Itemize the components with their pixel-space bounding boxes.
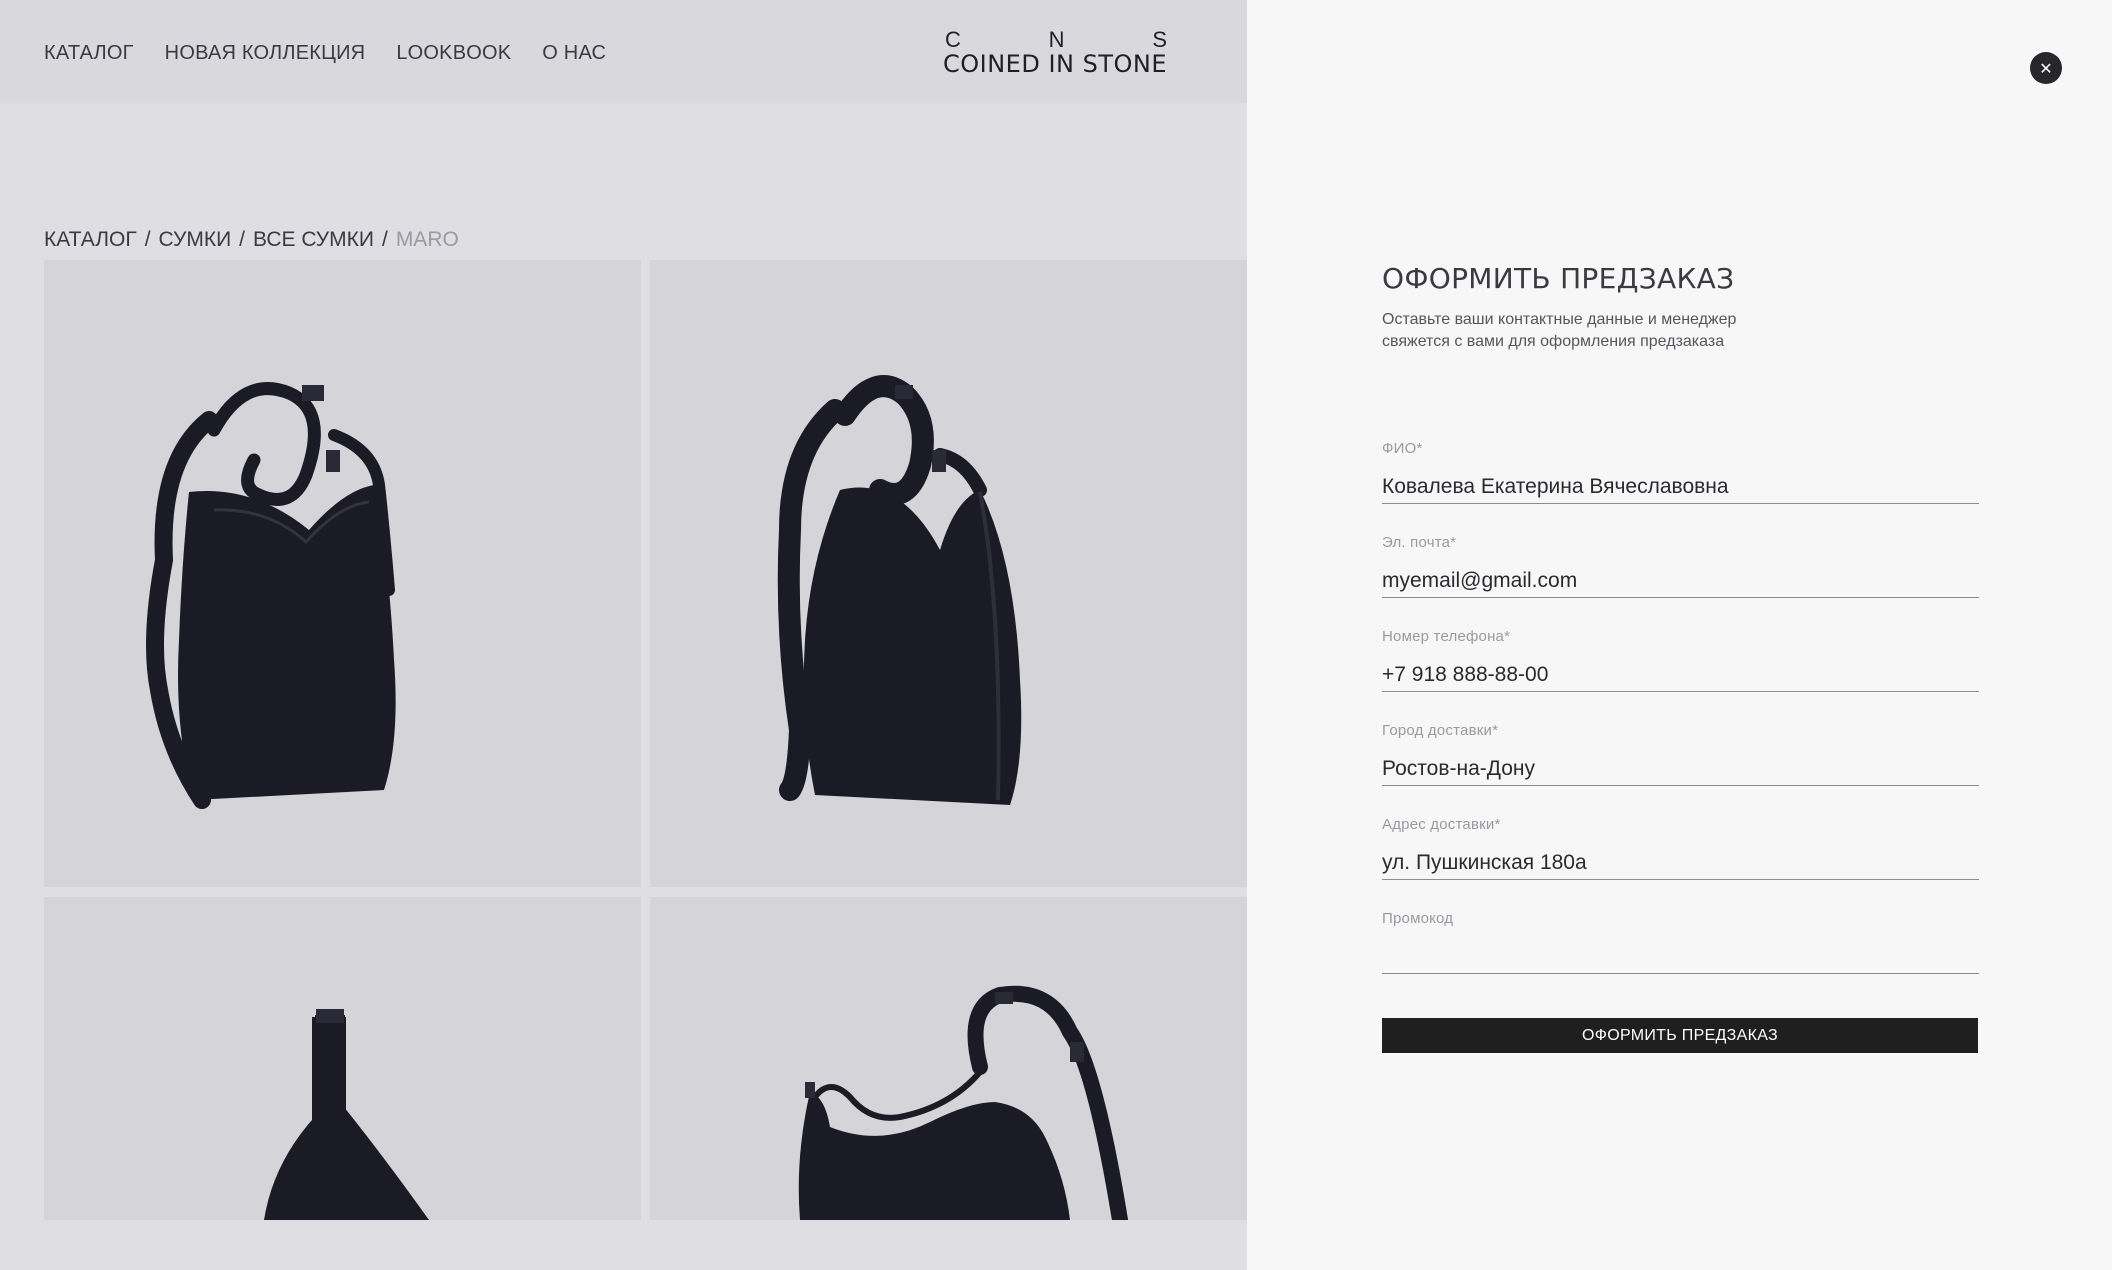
full-name-input[interactable]	[1382, 474, 1979, 504]
logo-letter: N	[1048, 27, 1065, 52]
bag-side-illustration	[264, 1009, 429, 1220]
address-input[interactable]	[1382, 850, 1979, 880]
gallery-image-bag-side[interactable]	[44, 897, 641, 1220]
logo-monogram: C N S	[943, 29, 1169, 51]
breadcrumb-separator: /	[144, 228, 151, 251]
site-header: КАТАЛОГ НОВАЯ КОЛЛЕКЦИЯ LOOKBOOK О НАС C…	[0, 0, 1247, 103]
breadcrumb: КАТАЛОГ / СУМКИ / ВСЕ СУМКИ / MARO	[44, 228, 459, 252]
nav-about[interactable]: О НАС	[542, 42, 606, 65]
logo-letter: S	[1152, 27, 1167, 52]
breadcrumb-bags[interactable]: СУМКИ	[159, 228, 232, 252]
field-label: ФИО*	[1382, 440, 1423, 457]
product-gallery	[44, 260, 1247, 1220]
promo-code-input[interactable]	[1382, 944, 1979, 974]
bag-angled-illustration	[777, 375, 1022, 805]
field-email: Эл. почта*	[1382, 534, 1979, 628]
nav-new-collection[interactable]: НОВАЯ КОЛЛЕКЦИЯ	[165, 42, 366, 65]
main-nav: КАТАЛОГ НОВАЯ КОЛЛЕКЦИЯ LOOKBOOK О НАС	[44, 42, 606, 65]
city-input[interactable]	[1382, 756, 1979, 786]
breadcrumb-separator: /	[239, 228, 246, 251]
field-city: Город доставки*	[1382, 722, 1979, 816]
product-page: КАТАЛОГ НОВАЯ КОЛЛЕКЦИЯ LOOKBOOK О НАС C…	[0, 0, 1247, 1270]
brand-logo[interactable]: C N S COINED IN STONE	[943, 29, 1169, 78]
email-input[interactable]	[1382, 568, 1979, 598]
field-label: Эл. почта*	[1382, 534, 1457, 551]
preorder-modal: ✕ ОФОРМИТЬ ПРЕДЗАКАЗ Оставьте ваши конта…	[1247, 0, 2112, 1270]
logo-wordmark: COINED IN STONE	[943, 50, 1168, 78]
breadcrumb-current: MARO	[395, 228, 459, 251]
preorder-form-header: ОФОРМИТЬ ПРЕДЗАКАЗ Оставьте ваши контакт…	[1382, 262, 1979, 353]
breadcrumb-catalog[interactable]: КАТАЛОГ	[44, 228, 137, 252]
form-title: ОФОРМИТЬ ПРЕДЗАКАЗ	[1382, 262, 1735, 295]
preorder-form: ФИО* Эл. почта* Номер телефона* Город до…	[1382, 440, 1979, 1004]
breadcrumb-all-bags[interactable]: ВСЕ СУМКИ	[253, 228, 374, 252]
submit-preorder-button[interactable]: ОФОРМИТЬ ПРЕДЗАКАЗ	[1382, 1018, 1978, 1053]
field-promo: Промокод	[1382, 910, 1979, 1004]
field-full-name: ФИО*	[1382, 440, 1979, 534]
field-label: Адрес доставки*	[1382, 816, 1501, 833]
gallery-image-bag-front[interactable]	[44, 260, 641, 887]
field-label: Промокод	[1382, 910, 1454, 927]
phone-input[interactable]	[1382, 662, 1979, 692]
field-label: Номер телефона*	[1382, 628, 1511, 645]
logo-letter: C	[945, 27, 961, 52]
nav-catalog[interactable]: КАТАЛОГ	[44, 42, 134, 65]
field-address: Адрес доставки*	[1382, 816, 1979, 910]
gallery-image-bag-top[interactable]	[650, 897, 1247, 1220]
field-label: Город доставки*	[1382, 722, 1499, 739]
close-icon[interactable]: ✕	[2030, 52, 2062, 84]
nav-lookbook[interactable]: LOOKBOOK	[396, 42, 511, 65]
form-subtitle: Оставьте ваши контактные данные и менедж…	[1382, 311, 1737, 350]
gallery-image-bag-angled[interactable]	[650, 260, 1247, 887]
bag-front-illustration	[146, 382, 396, 809]
field-phone: Номер телефона*	[1382, 628, 1979, 722]
bag-top-illustration	[798, 985, 1128, 1220]
breadcrumb-separator: /	[381, 228, 388, 251]
